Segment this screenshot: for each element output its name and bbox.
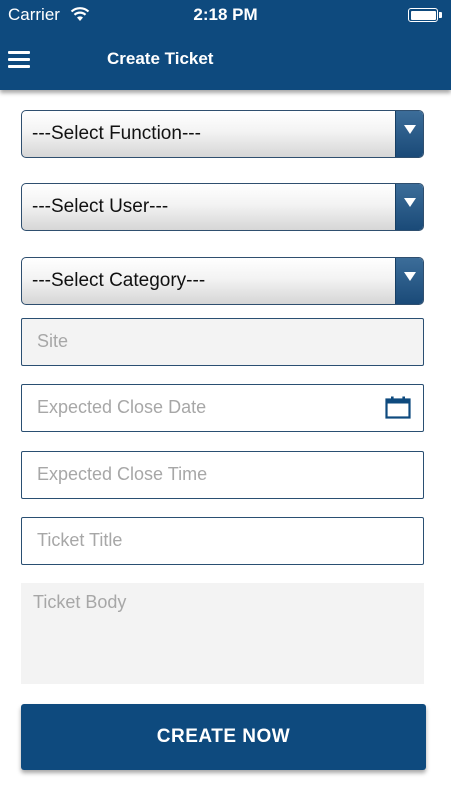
create-now-button[interactable]: CREATE NOW [21, 704, 426, 770]
hamburger-icon[interactable] [8, 50, 32, 68]
close-date-placeholder: Expected Close Date [37, 397, 207, 417]
close-time-field[interactable]: Expected Close Time [21, 451, 424, 499]
function-select[interactable]: ---Select Function--- [21, 110, 424, 158]
close-date-field[interactable]: Expected Close Date [21, 384, 424, 432]
clock: 2:18 PM [193, 5, 258, 24]
function-select-value: ---Select Function--- [32, 123, 201, 144]
page-title: Create Ticket [107, 49, 214, 68]
app-header: Carrier 2:18 PM Create Ticket [0, 0, 451, 90]
battery-cap [439, 12, 442, 18]
ticket-body-placeholder: Ticket Body [33, 592, 127, 612]
ticket-body-textarea[interactable]: Ticket Body [21, 583, 424, 684]
ticket-title-field[interactable]: Ticket Title [21, 517, 424, 565]
close-time-placeholder: Expected Close Time [37, 464, 208, 484]
category-select[interactable]: ---Select Category--- [21, 257, 424, 305]
status-bar: Carrier 2:18 PM [0, 0, 451, 30]
site-placeholder: Site [37, 331, 69, 351]
user-select-value: ---Select User--- [32, 196, 169, 217]
dropdown-arrow-icon [395, 184, 423, 230]
site-field[interactable]: Site [21, 318, 424, 366]
dropdown-arrow-icon [395, 258, 423, 304]
category-select-value: ---Select Category--- [32, 270, 206, 291]
ticket-title-placeholder: Ticket Title [37, 530, 123, 550]
calendar-icon[interactable] [385, 396, 411, 419]
user-select[interactable]: ---Select User--- [21, 183, 424, 231]
battery-icon [408, 8, 438, 22]
dropdown-arrow-icon [395, 111, 423, 157]
